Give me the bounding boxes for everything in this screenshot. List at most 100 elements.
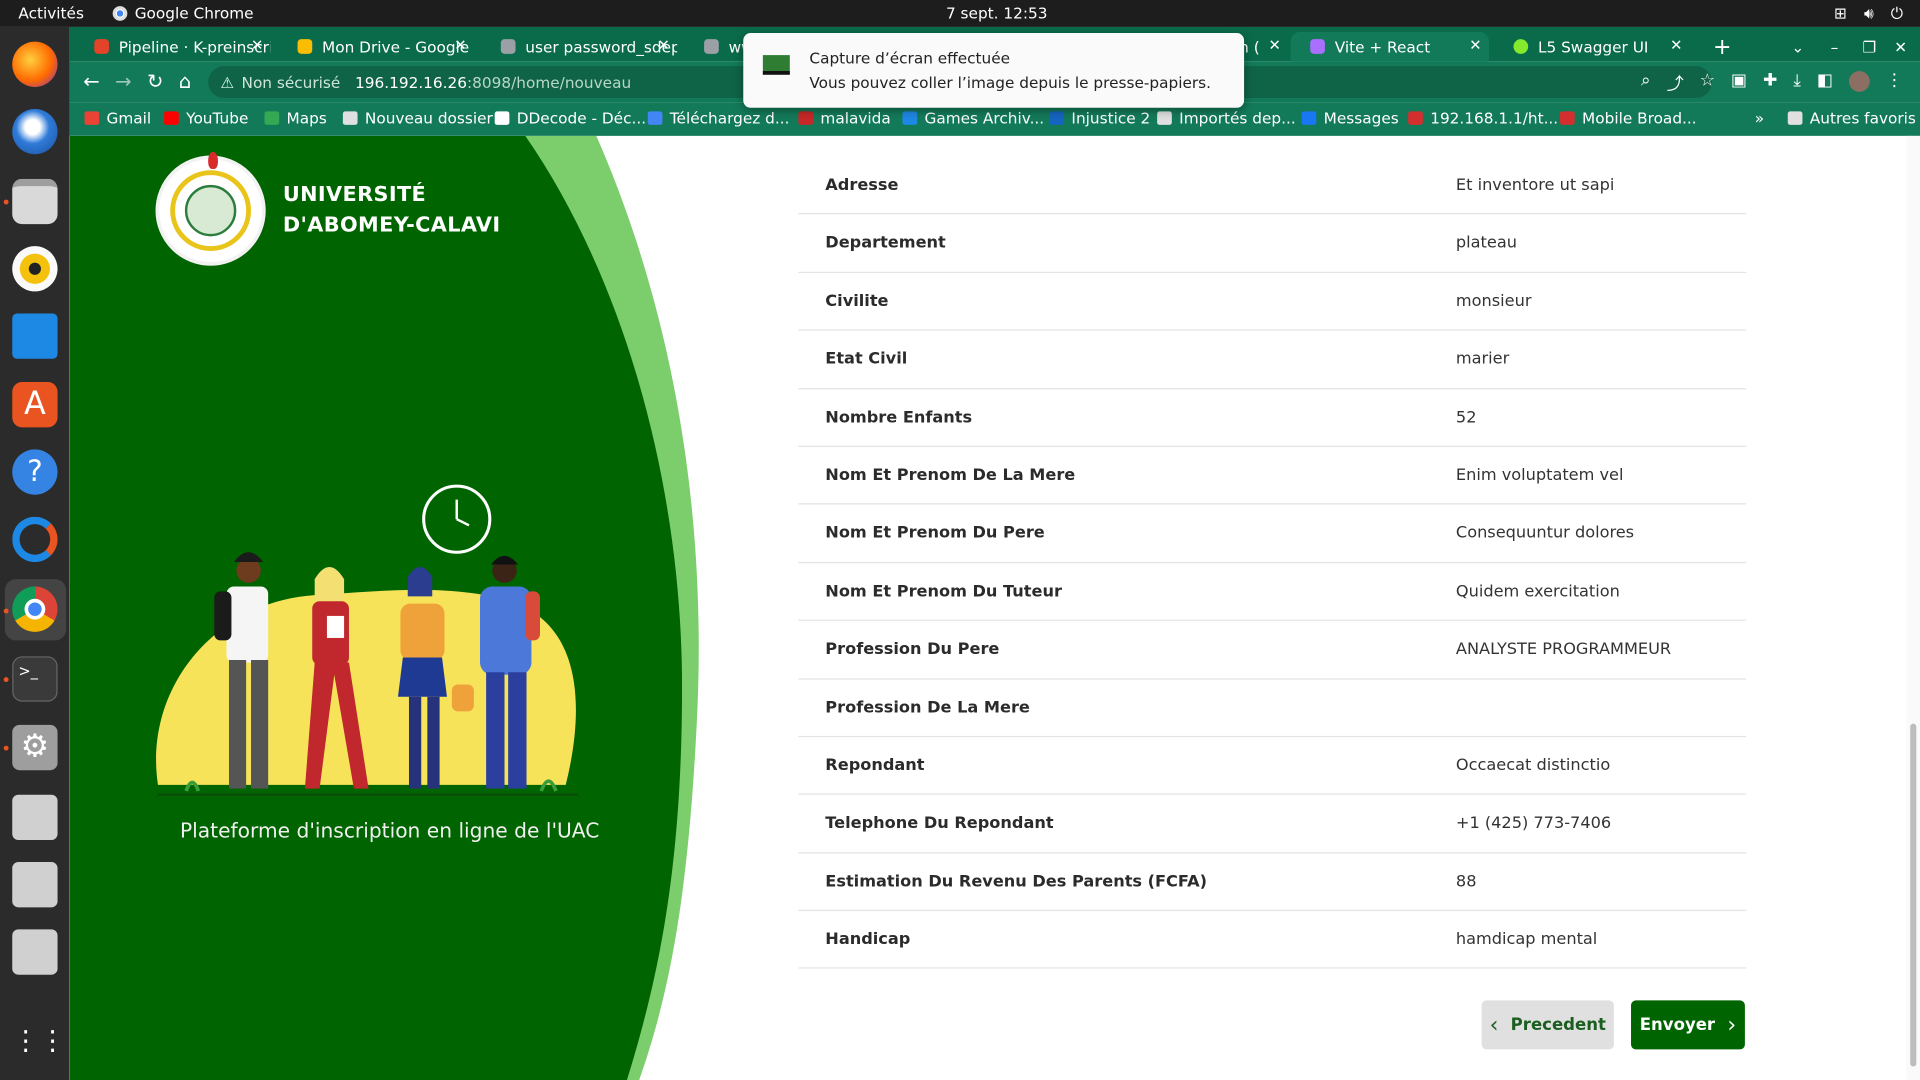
bookmark-item[interactable]: malavida	[798, 109, 891, 127]
new-tab-button[interactable]: +	[1706, 32, 1738, 61]
table-row: Civilite monsieur	[798, 273, 1747, 331]
tab-drive[interactable]: Mon Drive - Google D ✕	[278, 32, 474, 61]
field-value: Quidem exercitation	[1455, 582, 1620, 601]
clock[interactable]: 7 sept. 12:53	[0, 4, 1920, 22]
download-icon[interactable]: ⤓	[1793, 71, 1801, 95]
puzzle-icon[interactable]: ✚	[1763, 71, 1777, 95]
close-tab-icon[interactable]: ✕	[1268, 37, 1280, 54]
help-icon[interactable]: ?	[12, 449, 58, 495]
rhythmbox-icon[interactable]	[12, 246, 58, 292]
running-indicator	[3, 199, 9, 205]
screenshot-notification[interactable]: Capture d’écran effectuée Vous pouvez co…	[743, 33, 1245, 108]
running-indicator	[3, 745, 9, 751]
updater-icon[interactable]	[12, 516, 58, 563]
previous-button[interactable]: ‹ Precedent	[1481, 1000, 1614, 1050]
not-secure-label[interactable]: Non sécurisé	[241, 73, 340, 91]
field-label: Profession De La Mere	[825, 698, 1030, 717]
chevron-left-icon: ‹	[1489, 1012, 1499, 1038]
app-center-icon[interactable]: A	[12, 382, 58, 428]
files-icon[interactable]	[12, 178, 58, 225]
tab-label: user password_sdep	[525, 37, 678, 56]
table-row: Nom Et Prenom Du Tuteur Quidem exercitati…	[798, 563, 1747, 621]
maximize-icon[interactable]: ❐	[1858, 32, 1882, 61]
bookmark-item[interactable]: Téléchargez d...	[647, 109, 790, 127]
field-value: plateau	[1455, 234, 1517, 253]
forward-icon[interactable]: →	[115, 70, 131, 93]
bookmark-item[interactable]: Injustice 2	[1049, 109, 1150, 127]
bookmark-item[interactable]: Messages	[1301, 109, 1399, 127]
field-value: marier	[1455, 350, 1510, 369]
disk-icon[interactable]	[12, 929, 58, 975]
url-path: :8098/home/nouveau	[467, 72, 632, 92]
close-tab-icon[interactable]: ✕	[1670, 37, 1682, 54]
bookmarks-more-button[interactable]: »	[1755, 109, 1764, 127]
terminal-icon[interactable]: >_	[12, 656, 58, 702]
avatar[interactable]	[1848, 71, 1870, 92]
home-icon[interactable]: ⌂	[179, 70, 191, 93]
bookmark-item[interactable]: Nouveau dossier	[342, 108, 493, 128]
disk-icon[interactable]	[12, 862, 58, 908]
disk-icon[interactable]	[12, 794, 58, 841]
tab-label: Pipeline · K-preinscri	[118, 37, 271, 56]
bookmark-favicon-icon	[1157, 111, 1172, 125]
settings-icon[interactable]: ⚙	[12, 724, 58, 771]
warning-icon[interactable]: ⚠	[220, 73, 234, 91]
table-row: Handicap hamdicap mental	[798, 911, 1747, 970]
bookmark-item[interactable]: Gmail	[84, 109, 151, 127]
network-icon[interactable]: ⊞	[1834, 4, 1847, 24]
notification-body: Vous pouvez coller l’image depuis le pre…	[809, 73, 1212, 92]
field-value: monsieur	[1455, 292, 1532, 311]
scrollbar-thumb[interactable]	[1910, 723, 1917, 1067]
menu-icon[interactable]: ⋮	[1886, 71, 1903, 95]
sidepanel-icon[interactable]: ◧	[1817, 71, 1833, 95]
bookmark-item[interactable]: 192.168.1.1/ht...	[1408, 109, 1558, 127]
field-label: Nom Et Prenom De La Mere	[825, 466, 1076, 485]
close-tab-icon[interactable]: ✕	[1469, 37, 1481, 54]
previous-button-label: Precedent	[1510, 1015, 1606, 1035]
volume-icon[interactable]: 🔊︎	[1864, 4, 1874, 24]
bookmark-item[interactable]: Maps	[264, 109, 327, 127]
power-icon[interactable]: ⏻	[1891, 4, 1903, 24]
other-bookmarks[interactable]: Autres favoris	[1787, 109, 1916, 127]
reload-icon[interactable]: ↻	[147, 70, 163, 93]
bookmark-item[interactable]: Mobile Broad...	[1560, 109, 1697, 127]
tab-user-password[interactable]: user password_sdep ✕	[481, 32, 677, 61]
page-scrollbar[interactable]	[1906, 135, 1920, 1080]
tab-pipeline[interactable]: Pipeline · K-preinscri ✕	[75, 32, 271, 61]
bookmark-item[interactable]: DDecode - Déc...	[494, 109, 646, 127]
share-icon[interactable]: ⤴	[1667, 71, 1684, 95]
close-tab-icon[interactable]: ✕	[251, 37, 263, 54]
registration-summary-table: Adresse Et inventore ut sapi Departement pl…	[798, 157, 1747, 970]
bookmark-favicon-icon	[164, 111, 179, 125]
writer-icon[interactable]	[12, 313, 58, 359]
submit-button[interactable]: Envoyer ›	[1631, 1000, 1745, 1050]
firefox-icon[interactable]	[12, 41, 58, 87]
table-row: Adresse Et inventore ut sapi	[798, 157, 1747, 215]
show-apps-icon[interactable]: ⋮⋮⋮	[12, 1019, 93, 1064]
close-window-icon[interactable]: ✕	[1889, 32, 1913, 61]
bookmark-item[interactable]: Importés dep...	[1157, 109, 1296, 127]
thunderbird-icon[interactable]	[12, 108, 58, 155]
zoom-icon[interactable]: ⌕	[1641, 71, 1651, 95]
field-value: hamdicap mental	[1455, 930, 1598, 950]
table-row: Repondant Occaecat distinctio	[798, 737, 1747, 796]
bookmark-item[interactable]: Games Archiv...	[902, 109, 1044, 127]
bookmark-label: Nouveau dossier	[364, 108, 493, 128]
chrome-dock-icon[interactable]	[12, 586, 58, 632]
bookmark-favicon-icon	[798, 111, 814, 125]
tab-vite-react[interactable]: Vite + React ✕	[1290, 31, 1489, 62]
tab-search-icon[interactable]: ⌄	[1787, 32, 1811, 61]
bookmark-favicon-icon	[1408, 111, 1423, 125]
close-tab-icon[interactable]: ✕	[657, 37, 669, 54]
tab-www[interactable]: ww	[684, 32, 743, 61]
university-name-line2: D'ABOMEY-CALAVI	[282, 213, 501, 238]
globe-icon	[704, 39, 719, 54]
bookmark-item[interactable]: YouTube	[164, 109, 248, 127]
system-tray[interactable]: ⊞ 🔊︎ ⏻	[1834, 4, 1903, 24]
tab-swagger[interactable]: L5 Swagger UI ✕	[1494, 32, 1690, 61]
extension-icon[interactable]: ▣	[1731, 71, 1747, 95]
bookmark-star-icon[interactable]: ☆	[1700, 71, 1715, 95]
back-icon[interactable]: ←	[83, 70, 99, 93]
close-tab-icon[interactable]: ✕	[454, 37, 466, 54]
minimize-icon[interactable]: –	[1826, 32, 1850, 61]
